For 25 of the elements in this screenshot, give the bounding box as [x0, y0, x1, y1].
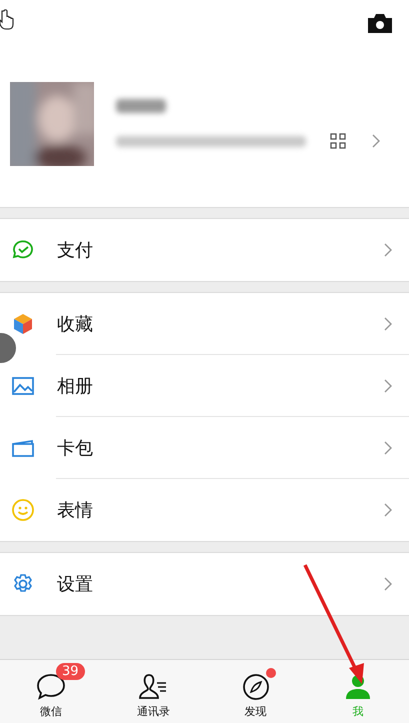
chevron-icon [384, 317, 392, 331]
chevron-icon [372, 134, 380, 148]
chevron-icon [384, 503, 392, 517]
menu-item[interactable]: 表情 [0, 479, 409, 541]
contacts-icon [138, 672, 168, 702]
menu-item[interactable]: 支付 [0, 219, 409, 281]
smiley-icon [11, 498, 35, 522]
chevron-icon [384, 441, 392, 455]
tab[interactable]: 发现 [204, 660, 307, 723]
blurred-name [116, 99, 166, 113]
tab[interactable]: 微信 39 [0, 660, 102, 723]
chevron-icon [384, 379, 392, 393]
chevron-icon [384, 577, 392, 591]
unread-count-badge: 39 [56, 663, 85, 680]
chevron-icon [384, 243, 392, 257]
menu-item[interactable]: 设置 [0, 553, 409, 615]
cube-icon [11, 312, 35, 336]
tab[interactable]: 通讯录 [102, 660, 204, 723]
camera-icon[interactable] [368, 14, 392, 32]
image-icon [11, 374, 35, 398]
qr-code-icon[interactable] [330, 133, 346, 149]
menu-item[interactable]: 相册 [0, 355, 409, 417]
compass-icon [240, 672, 271, 702]
menu-item[interactable]: 卡包 [0, 417, 409, 479]
menu-item[interactable]: 收藏 [0, 293, 409, 355]
